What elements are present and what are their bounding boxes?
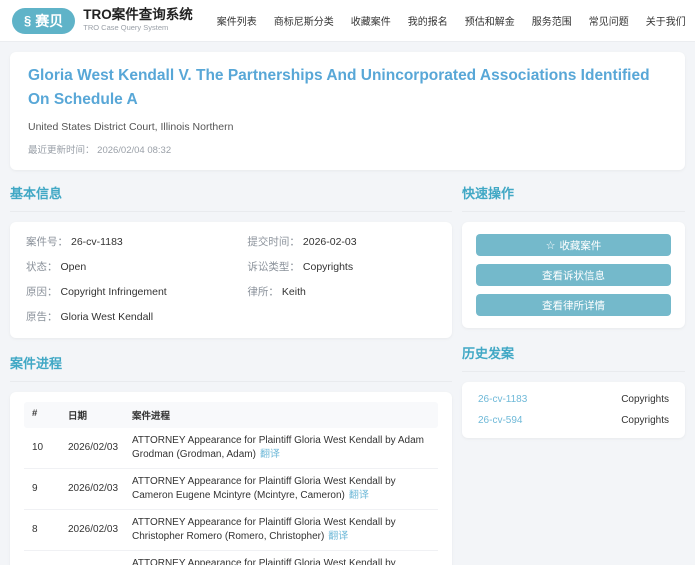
divider [462,211,685,212]
quick-actions-title: 快速操作 [462,183,685,202]
basic-info-section: 基本信息 案件号：26-cv-1183 提交时间：2026-02-03 状态：O… [10,183,452,338]
field-plaintiff: 原告：Gloria West Kendall [26,311,247,324]
history-case-link[interactable]: 26-cv-594 [478,415,522,426]
event-text: ATTORNEY Appearance for Plaintiff Gloria… [132,517,396,542]
case-title: Gloria West Kendall V. The Partnerships … [28,64,667,112]
col-date: 日期 [68,408,132,422]
logo-icon: § [24,13,31,28]
updated-label: 最近更新时间： [28,145,95,156]
case-title-card: Gloria West Kendall V. The Partnerships … [10,52,685,170]
field-cause: 原因：Copyright Infringement [26,286,247,299]
table-row: 8 2026/02/03 ATTORNEY Appearance for Pla… [24,510,438,551]
nav-settlement-estimate[interactable]: 预估和解金 [465,13,515,28]
favorite-case-button[interactable]: ☆ 收藏案件 [476,234,671,256]
view-complaint-button[interactable]: 查看诉状信息 [476,264,671,286]
app-title: TRO案件查询系统 [83,8,193,23]
brand: § 赛贝 TRO案件查询系统 TRO Case Query System [12,8,193,34]
table-row: 9 2026/02/03 ATTORNEY Appearance for Pla… [24,469,438,510]
table-row: 7 2026/02/03 ATTORNEY Appearance for Pla… [24,551,438,565]
quick-actions-section: 快速操作 ☆ 收藏案件 查看诉状信息 查看律所详情 [462,183,685,328]
divider [10,211,452,212]
col-progress: 案件进程 [132,408,430,422]
view-lawfirm-button[interactable]: 查看律所详情 [476,294,671,316]
history-case-type: Copyrights [621,394,669,405]
logo-text: 赛贝 [35,11,63,31]
app-subtitle: TRO Case Query System [83,24,193,32]
logo[interactable]: § 赛贝 [12,8,75,34]
translate-link[interactable]: 翻译 [328,531,348,542]
event-text: ATTORNEY Appearance for Plaintiff Gloria… [132,558,396,565]
nav-nice-classification[interactable]: 商标尼斯分类 [274,13,334,28]
nav-favorite-cases[interactable]: 收藏案件 [351,13,391,28]
updated-value: 2026/02/04 08:32 [97,145,171,156]
history-case-link[interactable]: 26-cv-1183 [478,394,527,405]
page-content: Gloria West Kendall V. The Partnerships … [0,42,695,565]
nav-about-us[interactable]: 关于我们 [646,13,686,28]
history-section: 历史发案 26-cv-1183 Copyrights 26-cv-594 Cop… [462,343,685,438]
history-row: 26-cv-1183 Copyrights [478,394,669,405]
basic-info-card: 案件号：26-cv-1183 提交时间：2026-02-03 状态：Open 诉… [10,222,452,338]
app-titles: TRO案件查询系统 TRO Case Query System [83,8,193,32]
nav-faq[interactable]: 常见问题 [589,13,629,28]
col-num: # [32,408,68,422]
field-law-firm: 律所：Keith [247,286,436,299]
history-case-type: Copyrights [621,415,669,426]
field-filing-date: 提交时间：2026-02-03 [247,236,436,249]
basic-info-title: 基本信息 [10,183,452,202]
translate-link[interactable]: 翻译 [260,449,280,460]
case-progress-section: 案件进程 # 日期 案件进程 10 2026/02/03 ATTORNEY Ap… [10,353,452,565]
divider [462,371,685,372]
nav-service-scope[interactable]: 服务范围 [532,13,572,28]
top-navbar: § 赛贝 TRO案件查询系统 TRO Case Query System 案件列… [0,0,695,42]
field-litigation-type: 诉讼类型：Copyrights [247,261,436,274]
case-progress-card: # 日期 案件进程 10 2026/02/03 ATTORNEY Appeara… [10,392,452,565]
divider [10,381,452,382]
history-row: 26-cv-594 Copyrights [478,415,669,426]
table-header: # 日期 案件进程 [24,402,438,428]
translate-link[interactable]: 翻译 [349,490,369,501]
quick-actions-card: ☆ 收藏案件 查看诉状信息 查看律所详情 [462,222,685,328]
court-line: United States District Court, Illinois N… [28,121,667,133]
updated-line: 最近更新时间： 2026/02/04 08:32 [28,142,667,156]
case-progress-title: 案件进程 [10,353,452,372]
history-title: 历史发案 [462,343,685,362]
table-row: 10 2026/02/03 ATTORNEY Appearance for Pl… [24,428,438,469]
nav-my-registration[interactable]: 我的报名 [408,13,448,28]
history-card: 26-cv-1183 Copyrights 26-cv-594 Copyrigh… [462,382,685,438]
nav-case-list[interactable]: 案件列表 [217,13,257,28]
field-status: 状态：Open [26,261,247,274]
field-case-number: 案件号：26-cv-1183 [26,236,247,249]
main-nav: 案件列表 商标尼斯分类 收藏案件 我的报名 预估和解金 服务范围 常见问题 关于… [217,13,686,28]
star-icon: ☆ [546,239,556,252]
